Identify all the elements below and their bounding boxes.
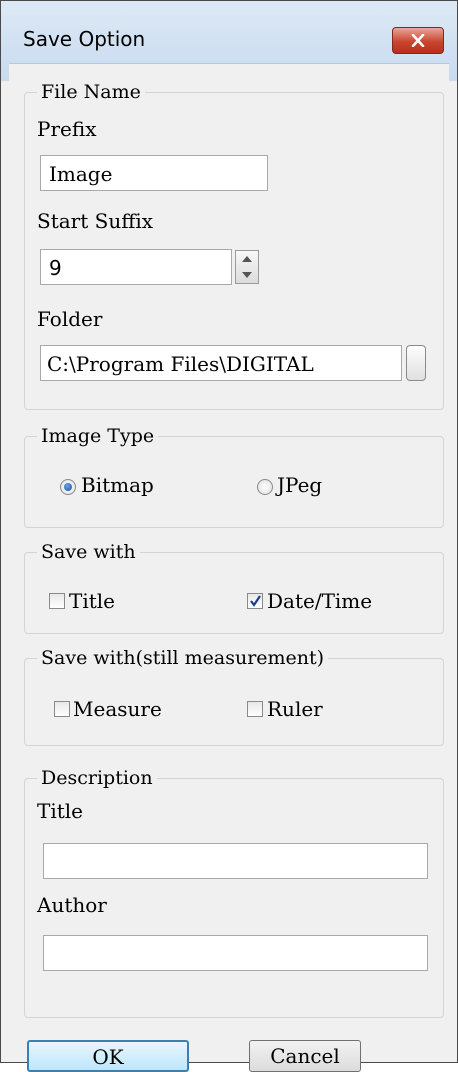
prefix-label: Prefix (37, 117, 97, 141)
cancel-button[interactable]: Cancel (249, 1040, 361, 1072)
measure-checkbox-label[interactable]: Measure (73, 697, 162, 721)
image-type-legend: Image Type (37, 423, 159, 449)
folder-input[interactable]: C:\Program Files\DIGITAL (40, 345, 402, 381)
ruler-checkbox[interactable] (247, 701, 263, 717)
description-group: Description Title Author (24, 765, 444, 1018)
ok-button[interactable]: OK (27, 1040, 189, 1072)
author-field-label: Author (37, 893, 107, 917)
save-with-measurement-group: Save with(still measurement) Measure Rul… (24, 645, 444, 746)
bitmap-label[interactable]: Bitmap (81, 473, 154, 497)
window-title: Save Option (23, 27, 146, 51)
file-name-group: File Name Prefix Image Start Suffix 9 Fo… (24, 79, 444, 410)
description-legend: Description (37, 765, 157, 791)
arrow-down-icon (242, 272, 252, 278)
jpeg-radio[interactable] (257, 479, 273, 495)
author-input[interactable] (43, 935, 428, 971)
save-option-dialog: Save Option File Name Prefix Image Start… (0, 0, 458, 1072)
ruler-checkbox-label[interactable]: Ruler (267, 697, 323, 721)
title-field-label: Title (37, 799, 84, 823)
arrow-up-icon (242, 256, 252, 262)
dialog-body: File Name Prefix Image Start Suffix 9 Fo… (9, 63, 449, 1072)
start-suffix-input[interactable]: 9 (40, 249, 232, 285)
folder-label: Folder (37, 307, 103, 331)
spin-up-button[interactable] (236, 251, 258, 267)
measure-checkbox[interactable] (54, 701, 70, 717)
jpeg-label[interactable]: JPeg (277, 473, 322, 497)
spin-down-button[interactable] (236, 267, 258, 283)
image-type-group: Image Type Bitmap JPeg (24, 423, 444, 528)
title-checkbox-label[interactable]: Title (69, 589, 115, 613)
prefix-input[interactable]: Image (40, 155, 268, 191)
datetime-checkbox[interactable] (247, 593, 263, 609)
close-x-icon (411, 34, 425, 47)
datetime-checkbox-label[interactable]: Date/Time (267, 589, 372, 613)
checkmark-icon (250, 595, 261, 607)
title-input[interactable] (43, 843, 428, 879)
save-with-legend: Save with (37, 539, 140, 565)
save-with-measurement-legend: Save with(still measurement) (37, 645, 329, 671)
suffix-spinner[interactable] (235, 250, 259, 284)
save-with-group: Save with Title Date/Time (24, 539, 444, 634)
bitmap-radio[interactable] (60, 479, 76, 495)
file-name-legend: File Name (37, 79, 145, 105)
start-suffix-label: Start Suffix (37, 209, 154, 233)
title-checkbox[interactable] (49, 593, 65, 609)
browse-folder-button[interactable] (406, 345, 426, 381)
close-button[interactable] (392, 27, 444, 54)
